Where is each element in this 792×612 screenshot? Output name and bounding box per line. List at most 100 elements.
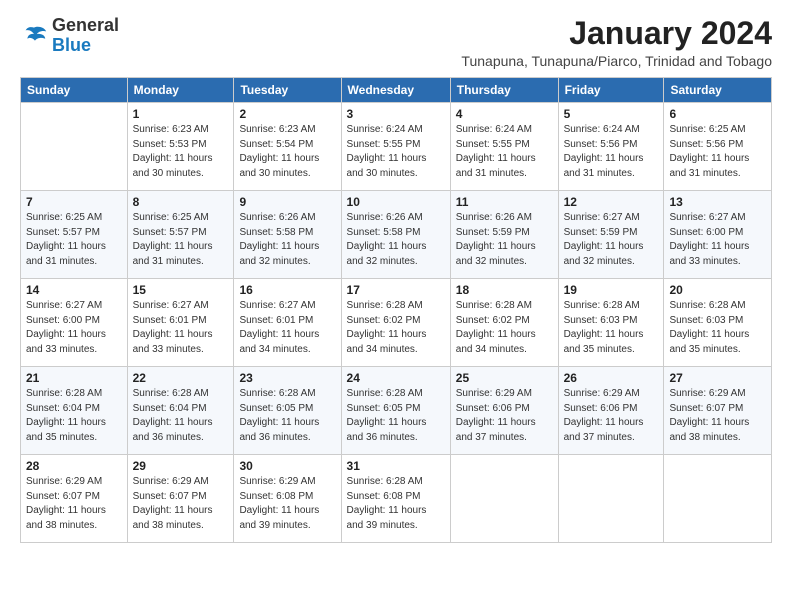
day-number: 11	[456, 195, 553, 209]
calendar-cell: 5 Sunrise: 6:24 AM Sunset: 5:56 PM Daylig…	[558, 103, 664, 191]
calendar-cell: 4 Sunrise: 6:24 AM Sunset: 5:55 PM Daylig…	[450, 103, 558, 191]
day-info: Sunrise: 6:28 AM Sunset: 6:03 PM Dayligh…	[669, 299, 766, 357]
calendar-week-5: 28 Sunrise: 6:29 AM Sunset: 6:07 PM Dayli…	[21, 455, 772, 543]
logo-text: General Blue	[52, 16, 119, 56]
logo: General Blue	[20, 16, 119, 56]
calendar-cell: 8Sunrise: 6:25 AM Sunset: 5:57 PM Daylig…	[127, 191, 234, 279]
day-info: Sunrise: 6:23 AM Sunset: 5:54 PM Dayligh…	[239, 123, 335, 181]
col-thursday: Thursday	[450, 78, 558, 103]
day-info: Sunrise: 6:26 AM Sunset: 5:59 PM Dayligh…	[456, 211, 553, 269]
day-number: 22	[133, 371, 229, 385]
day-info: Sunrise: 6:23 AM Sunset: 5:53 PM Dayligh…	[133, 123, 229, 181]
col-wednesday: Wednesday	[341, 78, 450, 103]
col-friday: Friday	[558, 78, 664, 103]
day-number: 26	[564, 371, 659, 385]
calendar-cell: 17 Sunrise: 6:28 AM Sunset: 6:02 PM Dayli…	[341, 279, 450, 367]
day-info: Sunrise: 6:28 AM Sunset: 6:05 PM Dayligh…	[239, 387, 335, 445]
day-info: Sunrise: 6:26 AM Sunset: 5:58 PM Dayligh…	[239, 211, 335, 269]
calendar-cell: 24 Sunrise: 6:28 AM Sunset: 6:05 PM Dayli…	[341, 367, 450, 455]
day-info: Sunrise: 6:28 AM Sunset: 6:04 PM Dayligh…	[133, 387, 229, 445]
day-number: 24	[347, 371, 445, 385]
header: General Blue January 2024 Tunapuna, Tuna…	[20, 16, 772, 69]
day-number: 19	[564, 283, 659, 297]
day-number: 27	[669, 371, 766, 385]
calendar-week-2: 7 Sunrise: 6:25 AM Sunset: 5:57 PM Daylig…	[21, 191, 772, 279]
day-number: 2	[239, 107, 335, 121]
calendar-cell: 7 Sunrise: 6:25 AM Sunset: 5:57 PM Daylig…	[21, 191, 128, 279]
calendar-cell: 21 Sunrise: 6:28 AM Sunset: 6:04 PM Dayli…	[21, 367, 128, 455]
day-number: 25	[456, 371, 553, 385]
calendar-cell: 26 Sunrise: 6:29 AM Sunset: 6:06 PM Dayli…	[558, 367, 664, 455]
calendar-cell	[664, 455, 772, 543]
col-tuesday: Tuesday	[234, 78, 341, 103]
calendar-cell: 6 Sunrise: 6:25 AM Sunset: 5:56 PM Daylig…	[664, 103, 772, 191]
page: General Blue January 2024 Tunapuna, Tuna…	[0, 0, 792, 553]
day-info: Sunrise: 6:27 AM Sunset: 5:59 PM Dayligh…	[564, 211, 659, 269]
calendar-cell: 22 Sunrise: 6:28 AM Sunset: 6:04 PM Dayli…	[127, 367, 234, 455]
day-info: Sunrise: 6:29 AM Sunset: 6:08 PM Dayligh…	[239, 475, 335, 533]
logo-general: General	[52, 15, 119, 35]
calendar-cell: 2 Sunrise: 6:23 AM Sunset: 5:54 PM Daylig…	[234, 103, 341, 191]
calendar-cell: 14 Sunrise: 6:27 AM Sunset: 6:00 PM Dayli…	[21, 279, 128, 367]
calendar-cell: 1 Sunrise: 6:23 AM Sunset: 5:53 PM Daylig…	[127, 103, 234, 191]
day-number: 9	[239, 195, 335, 209]
day-info: Sunrise: 6:25 AM Sunset: 5:57 PM Dayligh…	[26, 211, 122, 269]
day-info: Sunrise: 6:27 AM Sunset: 6:01 PM Dayligh…	[133, 299, 229, 357]
logo-blue: Blue	[52, 35, 91, 55]
day-info: Sunrise: 6:24 AM Sunset: 5:56 PM Dayligh…	[564, 123, 659, 181]
day-info: Sunrise: 6:28 AM Sunset: 6:08 PM Dayligh…	[347, 475, 445, 533]
day-number: 17	[347, 283, 445, 297]
day-number: 3	[347, 107, 445, 121]
calendar-cell: 11 Sunrise: 6:26 AM Sunset: 5:59 PM Dayli…	[450, 191, 558, 279]
calendar-week-1: 1 Sunrise: 6:23 AM Sunset: 5:53 PM Daylig…	[21, 103, 772, 191]
calendar-cell: 30Sunrise: 6:29 AM Sunset: 6:08 PM Dayli…	[234, 455, 341, 543]
day-number: 16	[239, 283, 335, 297]
calendar-cell: 12 Sunrise: 6:27 AM Sunset: 5:59 PM Dayli…	[558, 191, 664, 279]
day-info: Sunrise: 6:26 AM Sunset: 5:58 PM Dayligh…	[347, 211, 445, 269]
col-sunday: Sunday	[21, 78, 128, 103]
day-info: Sunrise: 6:25 AM Sunset: 5:56 PM Dayligh…	[669, 123, 766, 181]
day-info: Sunrise: 6:28 AM Sunset: 6:05 PM Dayligh…	[347, 387, 445, 445]
calendar-cell: 27Sunrise: 6:29 AM Sunset: 6:07 PM Dayli…	[664, 367, 772, 455]
day-number: 10	[347, 195, 445, 209]
day-number: 4	[456, 107, 553, 121]
day-info: Sunrise: 6:24 AM Sunset: 5:55 PM Dayligh…	[347, 123, 445, 181]
day-info: Sunrise: 6:29 AM Sunset: 6:07 PM Dayligh…	[26, 475, 122, 533]
day-number: 29	[133, 459, 229, 473]
calendar-cell: 25Sunrise: 6:29 AM Sunset: 6:06 PM Dayli…	[450, 367, 558, 455]
calendar-cell: 18Sunrise: 6:28 AM Sunset: 6:02 PM Dayli…	[450, 279, 558, 367]
calendar-cell: 9 Sunrise: 6:26 AM Sunset: 5:58 PM Daylig…	[234, 191, 341, 279]
calendar-cell: 3 Sunrise: 6:24 AM Sunset: 5:55 PM Daylig…	[341, 103, 450, 191]
day-number: 1	[133, 107, 229, 121]
day-info: Sunrise: 6:28 AM Sunset: 6:02 PM Dayligh…	[347, 299, 445, 357]
day-info: Sunrise: 6:29 AM Sunset: 6:06 PM Dayligh…	[564, 387, 659, 445]
day-info: Sunrise: 6:28 AM Sunset: 6:03 PM Dayligh…	[564, 299, 659, 357]
day-info: Sunrise: 6:27 AM Sunset: 6:00 PM Dayligh…	[669, 211, 766, 269]
calendar-cell: 29 Sunrise: 6:29 AM Sunset: 6:07 PM Dayli…	[127, 455, 234, 543]
day-number: 31	[347, 459, 445, 473]
day-number: 12	[564, 195, 659, 209]
calendar-cell: 15Sunrise: 6:27 AM Sunset: 6:01 PM Dayli…	[127, 279, 234, 367]
calendar-cell: 13 Sunrise: 6:27 AM Sunset: 6:00 PM Dayli…	[664, 191, 772, 279]
day-info: Sunrise: 6:29 AM Sunset: 6:07 PM Dayligh…	[133, 475, 229, 533]
day-info: Sunrise: 6:27 AM Sunset: 6:00 PM Dayligh…	[26, 299, 122, 357]
month-title: January 2024	[461, 16, 772, 51]
location-subtitle: Tunapuna, Tunapuna/Piarco, Trinidad and …	[461, 53, 772, 69]
calendar-cell	[21, 103, 128, 191]
day-info: Sunrise: 6:24 AM Sunset: 5:55 PM Dayligh…	[456, 123, 553, 181]
calendar-cell: 19 Sunrise: 6:28 AM Sunset: 6:03 PM Dayli…	[558, 279, 664, 367]
day-number: 5	[564, 107, 659, 121]
calendar-cell: 31 Sunrise: 6:28 AM Sunset: 6:08 PM Dayli…	[341, 455, 450, 543]
day-number: 14	[26, 283, 122, 297]
day-number: 13	[669, 195, 766, 209]
title-block: January 2024 Tunapuna, Tunapuna/Piarco, …	[461, 16, 772, 69]
day-number: 28	[26, 459, 122, 473]
day-number: 6	[669, 107, 766, 121]
day-number: 8	[133, 195, 229, 209]
day-info: Sunrise: 6:28 AM Sunset: 6:04 PM Dayligh…	[26, 387, 122, 445]
logo-bird-icon	[20, 22, 48, 50]
calendar-cell: 28 Sunrise: 6:29 AM Sunset: 6:07 PM Dayli…	[21, 455, 128, 543]
day-number: 21	[26, 371, 122, 385]
day-number: 7	[26, 195, 122, 209]
calendar-table: Sunday Monday Tuesday Wednesday Thursday…	[20, 77, 772, 543]
